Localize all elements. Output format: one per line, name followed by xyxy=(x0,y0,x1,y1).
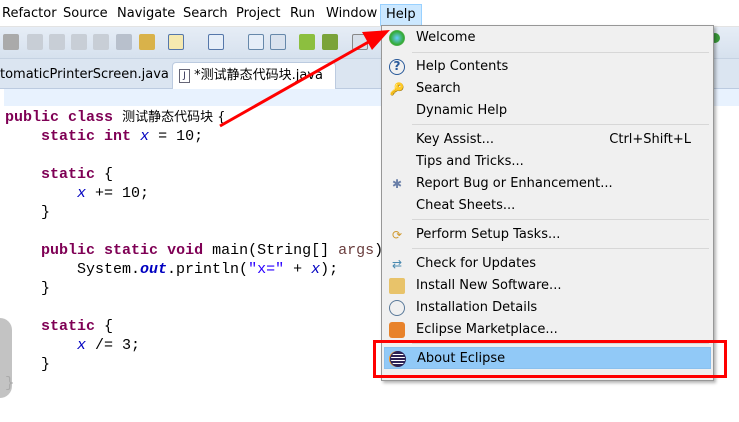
arrow-head xyxy=(362,30,390,50)
arrow-shaft xyxy=(219,38,373,128)
annotation-arrow xyxy=(219,30,390,128)
